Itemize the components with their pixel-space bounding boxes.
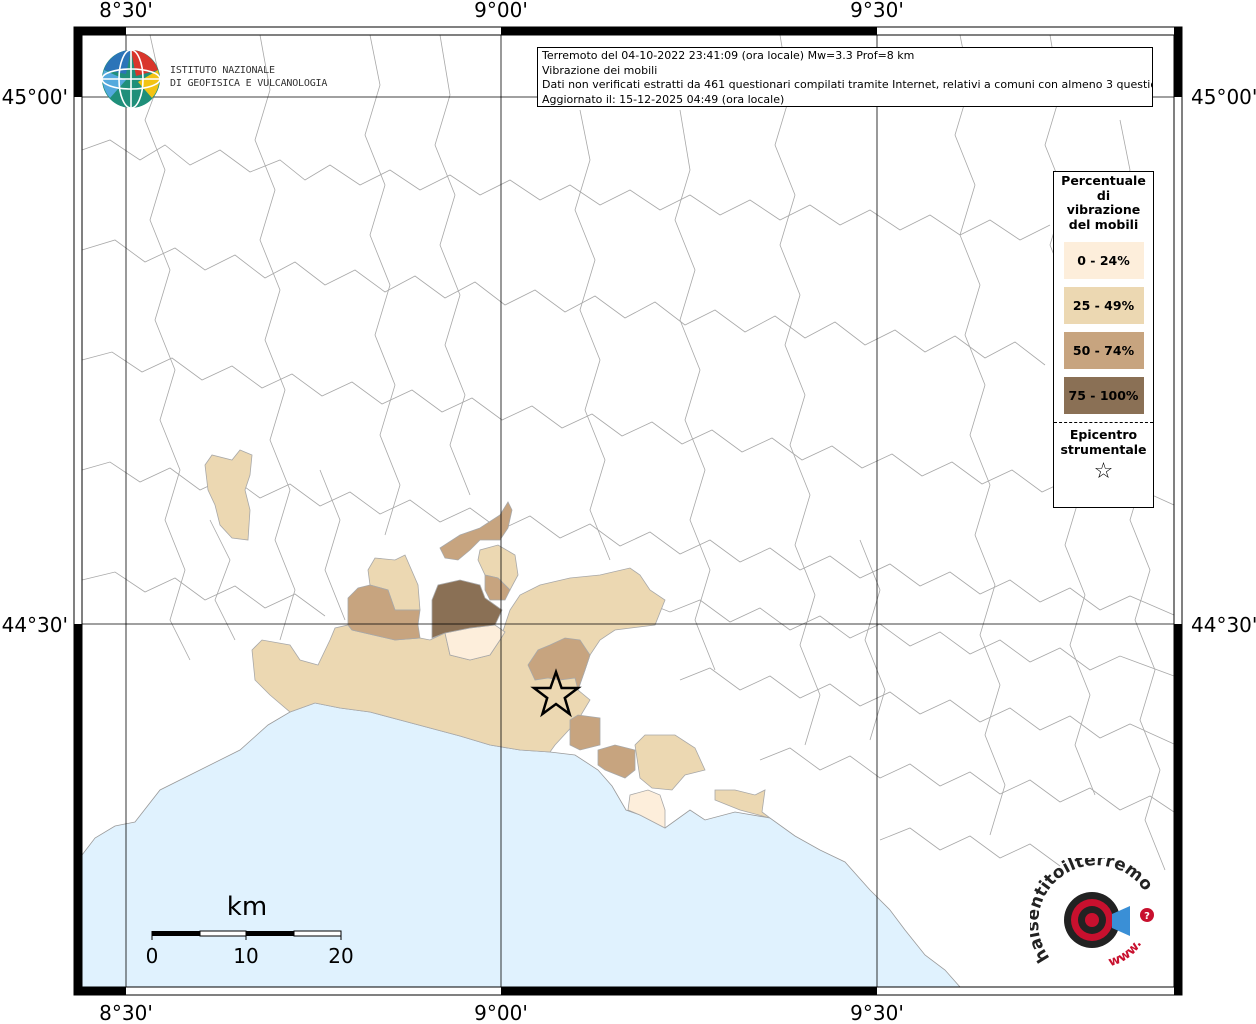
scale-unit: km [227,892,267,922]
legend-item-label: 25 - 49% [1072,298,1135,313]
legend-star-icon: ☆ [1093,459,1114,484]
scale-tick-10: 10 [233,944,258,968]
legend-item-0-24: 0 - 24% [1063,242,1144,279]
haisentito-logo-www: www. [1106,937,1145,970]
event-info-box: Terremoto del 04-10-2022 23:41:09 (ora l… [537,47,1153,107]
ingv-logo: ISTITUTO NAZIONALE DI GEOFISICA E VULCAN… [100,48,327,110]
svg-text:?: ? [1144,911,1150,922]
lon-label-top-3: 9°30' [850,0,904,22]
event-info-line3: Dati non verificati estratti da 461 ques… [542,78,1153,91]
lat-label-right-2: 44°30' [1191,613,1256,637]
legend-item-label: 50 - 74% [1072,343,1135,358]
lon-label-top-2: 9°00' [474,0,528,22]
globe-icon [101,49,161,109]
legend-item-25-49: 25 - 49% [1063,287,1144,324]
target-megaphone-icon: haisentitoilterremoto.it www. ? [1023,843,1157,970]
lon-label-bottom-1: 8°30' [99,1001,153,1024]
legend-title: Percentuale di vibrazione del mobili [1061,173,1146,232]
lat-label-right-1: 45°00' [1191,85,1256,109]
ingv-logo-line2: DI GEOFISICA E VULCANOLOGIA [170,78,328,89]
legend: Percentuale di vibrazione del mobili 0 -… [1053,171,1154,508]
legend-item-label: 75 - 100% [1068,388,1139,403]
event-info-line1: Terremoto del 04-10-2022 23:41:09 (ora l… [542,49,915,62]
legend-item-50-74: 50 - 74% [1063,332,1144,369]
event-info-line4: Aggiornato il: 15-12-2025 04:49 (ora loc… [542,92,785,106]
lon-label-bottom-2: 9°00' [474,1001,528,1024]
legend-separator [1054,422,1153,423]
legend-item-label: 0 - 24% [1077,253,1130,268]
scale-tick-20: 20 [328,944,353,968]
lon-label-top-1: 8°30' [99,0,153,22]
svg-text:www.: www. [1106,937,1145,970]
ingv-logo-line1: ISTITUTO NAZIONALE [170,65,275,76]
lat-label-left-2: 44°30' [2,613,68,637]
lon-label-bottom-3: 9°30' [850,1001,904,1024]
event-info-line2: Vibrazione dei mobili [542,63,658,77]
scale-tick-0: 0 [146,944,159,968]
legend-item-75-100: 75 - 100% [1063,377,1144,414]
lat-label-left-1: 45°00' [2,85,68,109]
haisentito-logo: haisentitoilterremoto.it www. ? [1023,843,1170,978]
legend-epicenter-label: Epicentro strumentale [1060,427,1147,457]
